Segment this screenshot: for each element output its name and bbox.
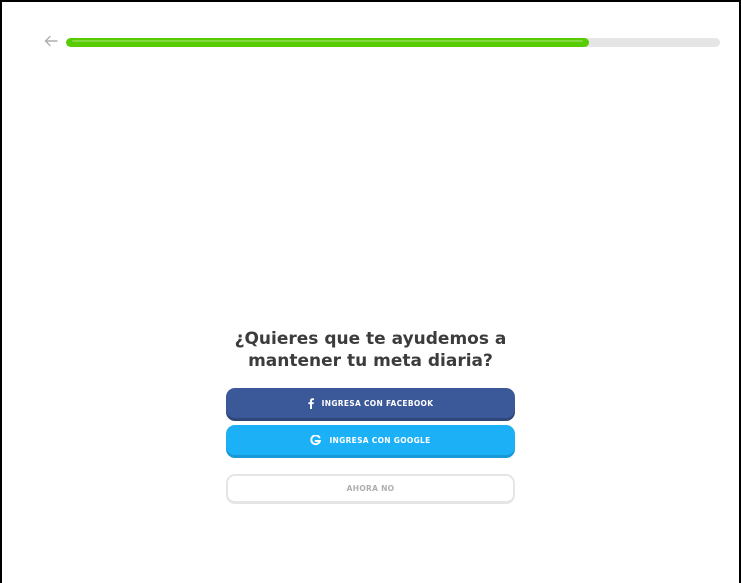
progress-fill	[66, 38, 590, 47]
skip-label: AHORA NO	[346, 484, 395, 493]
signup-prompt: ¿Quieres que te ayudemos a mantener tu m…	[2, 328, 739, 504]
app-frame: ¿Quieres que te ayudemos a mantener tu m…	[0, 0, 741, 583]
facebook-login-label: INGRESA CON FACEBOOK	[321, 398, 434, 408]
google-login-button[interactable]: INGRESA CON GOOGLE	[226, 425, 515, 455]
skip-button[interactable]: AHORA NO	[226, 474, 515, 504]
facebook-login-button[interactable]: INGRESA CON FACEBOOK	[226, 388, 515, 418]
lesson-header	[2, 2, 739, 82]
facebook-icon	[308, 397, 314, 409]
arrow-left-icon	[44, 32, 58, 51]
google-icon	[310, 434, 322, 446]
progress-bar	[66, 38, 720, 47]
back-button[interactable]	[40, 30, 62, 52]
prompt-title: ¿Quieres que te ayudemos a mantener tu m…	[234, 329, 507, 371]
google-login-label: INGRESA CON GOOGLE	[329, 435, 431, 445]
progress-shine	[72, 40, 584, 42]
